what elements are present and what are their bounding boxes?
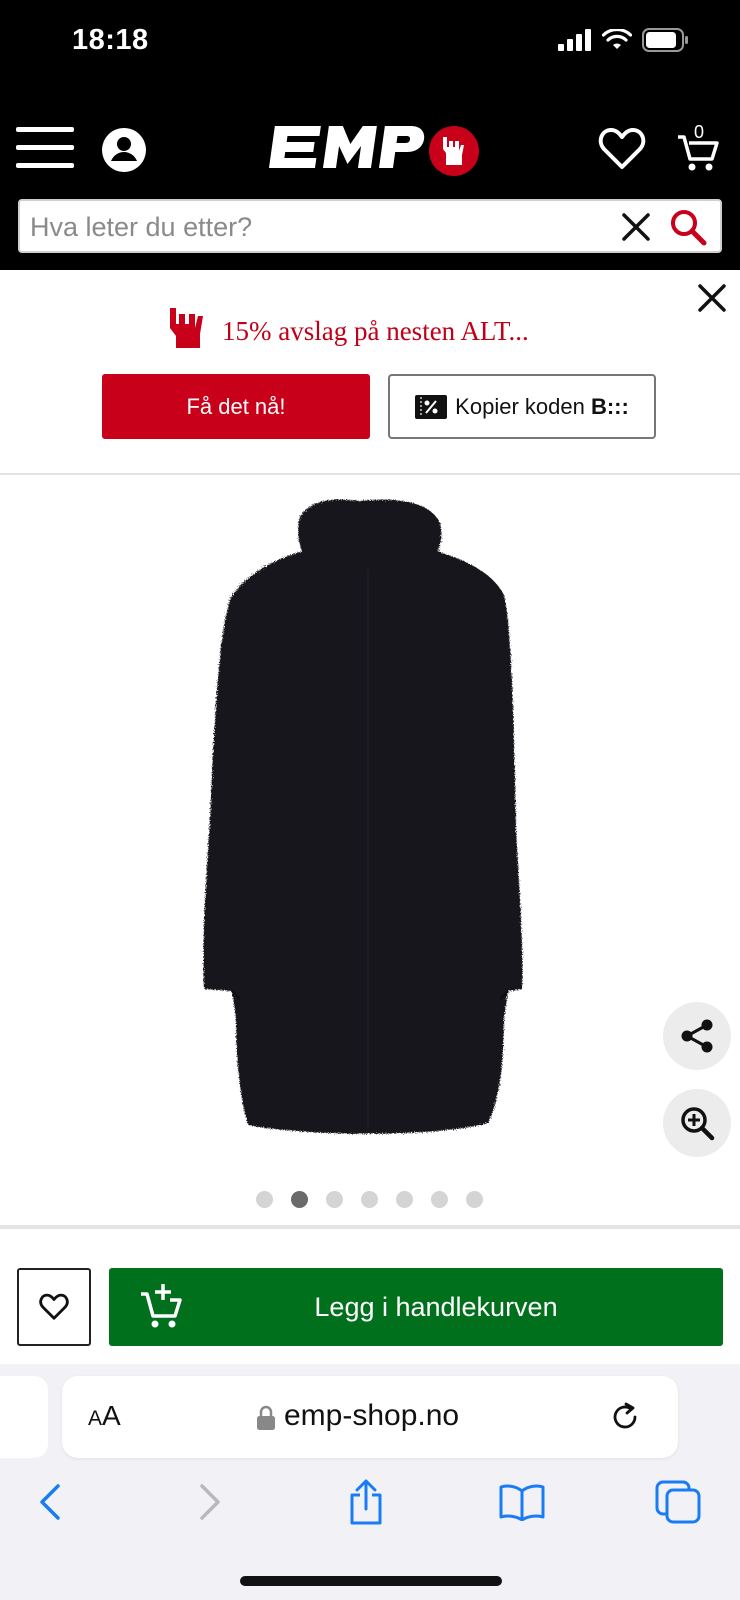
get-it-now-button[interactable]: Få det nå!: [102, 374, 370, 439]
search-icon[interactable]: [666, 205, 710, 249]
wishlist-icon[interactable]: [598, 126, 646, 172]
signal-icon: [558, 29, 591, 51]
search-box: [18, 199, 722, 253]
url-text: emp-shop.no: [284, 1399, 460, 1432]
share-icon: [681, 1019, 713, 1053]
battery-icon: [642, 28, 688, 52]
wifi-icon: [602, 29, 632, 49]
add-to-wishlist-button[interactable]: [17, 1268, 91, 1346]
reader-settings-button[interactable]: AA: [88, 1400, 121, 1432]
aa-large: A: [102, 1400, 121, 1431]
copy-code-value: B:::: [590, 393, 629, 419]
chevron-right-icon: [200, 1484, 220, 1520]
aa-small: A: [88, 1407, 103, 1430]
rock-hand-icon: [168, 302, 204, 348]
heart-icon: [39, 1293, 69, 1320]
product-gallery[interactable]: [0, 477, 740, 1225]
tabs-button[interactable]: [650, 1474, 706, 1530]
promo-banner: 15% avslag på nesten ALT... Få det nå! K…: [0, 270, 740, 475]
previous-tab-preview[interactable]: [0, 1376, 48, 1458]
gallery-dot[interactable]: [326, 1191, 343, 1208]
forward-button[interactable]: [182, 1474, 238, 1530]
gallery-dot[interactable]: [361, 1191, 378, 1208]
gallery-dot-active[interactable]: [291, 1191, 308, 1208]
gallery-dot[interactable]: [396, 1191, 413, 1208]
add-to-cart-label: Legg i handlekurven: [314, 1291, 558, 1322]
share-button[interactable]: [663, 1002, 731, 1070]
account-icon[interactable]: [102, 128, 146, 172]
share-page-icon: [350, 1479, 382, 1525]
share-page-button[interactable]: [338, 1474, 394, 1530]
product-image-coat: [203, 499, 523, 1134]
zoom-button[interactable]: [663, 1089, 731, 1157]
copy-code-label: Kopier koden: [455, 393, 591, 419]
emp-logo[interactable]: [258, 118, 484, 184]
address-bar[interactable]: AA emp-shop.no: [62, 1376, 678, 1458]
menu-icon[interactable]: [16, 126, 74, 170]
close-icon[interactable]: [694, 280, 730, 316]
gallery-dot[interactable]: [431, 1191, 448, 1208]
copy-code-button[interactable]: Kopier koden B:::: [388, 374, 656, 439]
coupon-icon: [415, 394, 448, 419]
divider: [0, 1225, 740, 1229]
home-indicator: [240, 1576, 502, 1586]
cart-icon[interactable]: 0: [676, 122, 720, 174]
clear-icon[interactable]: [618, 209, 654, 245]
browser-toolbar: AA emp-shop.no: [0, 1364, 740, 1600]
book-icon: [499, 1484, 545, 1521]
bookmarks-button[interactable]: [494, 1474, 550, 1530]
promo-text: 15% avslag på nesten ALT...: [222, 316, 529, 346]
reload-icon[interactable]: [608, 1400, 642, 1434]
back-button[interactable]: [22, 1474, 78, 1530]
gallery-dot[interactable]: [466, 1191, 483, 1208]
chevron-left-icon: [40, 1484, 60, 1520]
status-time: 18:18: [72, 24, 149, 56]
tabs-icon: [655, 1480, 701, 1524]
search-input[interactable]: [30, 209, 590, 245]
gallery-pagination: [256, 1191, 483, 1208]
lock-icon: [257, 1405, 275, 1430]
gallery-dot[interactable]: [256, 1191, 273, 1208]
status-icons: [558, 28, 690, 52]
add-to-cart-bar: Legg i handlekurven: [0, 1240, 740, 1364]
cart-count: 0: [694, 122, 705, 142]
add-to-cart-button[interactable]: Legg i handlekurven: [109, 1268, 723, 1346]
zoom-in-icon: [681, 1107, 715, 1141]
